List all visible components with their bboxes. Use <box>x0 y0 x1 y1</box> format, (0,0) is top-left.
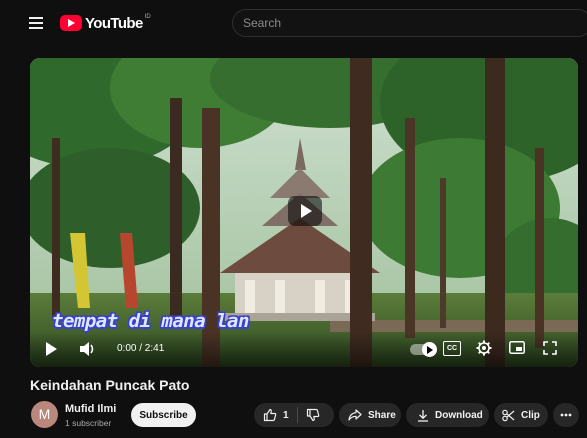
share-button[interactable]: Share <box>339 403 401 427</box>
video-player[interactable]: tempat di mana lan 0:00 / 2:41 CC <box>30 58 578 367</box>
download-icon <box>418 409 428 422</box>
country-code: ID <box>144 14 151 20</box>
like-button[interactable]: 1 <box>254 408 289 422</box>
youtube-play-icon <box>60 15 82 31</box>
download-button[interactable]: Download <box>406 403 489 427</box>
channel-name[interactable]: Mufid Ilmi <box>65 403 116 415</box>
miniplayer-icon[interactable] <box>509 341 525 354</box>
share-label: Share <box>368 409 396 421</box>
autoplay-toggle[interactable] <box>410 342 437 357</box>
subscriber-count: 1 subscriber <box>65 418 112 428</box>
share-icon <box>348 409 362 421</box>
video-caption-text: tempat di mana lan <box>52 310 249 332</box>
fullscreen-icon[interactable] <box>542 340 558 356</box>
like-divider <box>296 407 298 423</box>
autoplay-play-icon <box>427 346 433 354</box>
thumbs-up-icon <box>263 408 277 422</box>
subscribe-button[interactable]: Subscribe <box>131 403 196 427</box>
youtube-logo[interactable]: YouTube ID <box>60 12 151 34</box>
subtitles-icon[interactable]: CC <box>443 341 461 356</box>
play-icon[interactable] <box>46 342 57 356</box>
more-actions-button[interactable] <box>553 403 579 427</box>
time-display: 0:00 / 2:41 <box>117 343 165 354</box>
clip-button[interactable]: Clip <box>494 403 548 427</box>
gear-icon[interactable] <box>476 340 492 356</box>
like-count: 1 <box>283 409 289 421</box>
masthead: YouTube ID <box>0 0 587 46</box>
search-input[interactable] <box>243 10 563 36</box>
video-title: Keindahan Puncak Pato <box>30 377 190 393</box>
center-play-button[interactable] <box>288 196 322 226</box>
like-dislike-group: 1 <box>254 403 334 427</box>
dislike-button[interactable] <box>306 408 320 422</box>
menu-icon[interactable] <box>26 14 46 30</box>
download-label: Download <box>435 409 483 421</box>
clip-label: Clip <box>521 409 540 421</box>
thumbs-down-icon <box>306 408 319 422</box>
player-controls: 0:00 / 2:41 CC <box>30 332 578 367</box>
volume-icon[interactable] <box>78 340 96 358</box>
scissors-icon <box>502 409 515 421</box>
logo-text: YouTube <box>85 14 143 32</box>
more-horizontal-icon <box>560 413 572 417</box>
channel-avatar[interactable]: M <box>31 401 58 428</box>
search-box <box>232 9 587 37</box>
